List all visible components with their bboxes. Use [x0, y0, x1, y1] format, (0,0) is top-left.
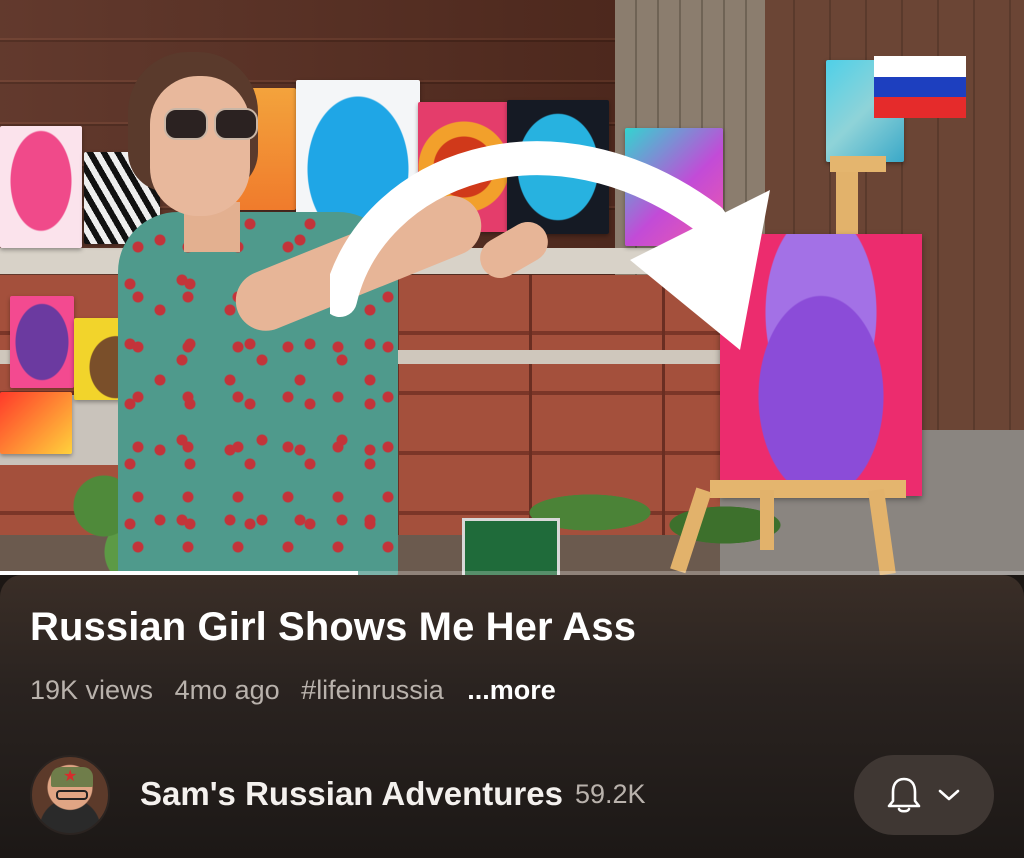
painting: [0, 126, 82, 248]
easel-top: [830, 156, 886, 172]
channel-row: ★ Sam's Russian Adventures 59.2K: [30, 753, 994, 837]
view-count: 19K views: [30, 675, 154, 705]
upload-age: 4mo ago: [174, 675, 280, 705]
channel-name[interactable]: Sam's Russian Adventures: [140, 775, 563, 813]
subscribed-notifications-button[interactable]: [854, 755, 994, 835]
subscriber-count: 59.2K: [575, 779, 646, 809]
flag-stripe: [874, 56, 966, 77]
easel-leg: [836, 160, 858, 244]
video-metadata[interactable]: 19K views 4mo ago #lifeinrussia ...more: [30, 675, 570, 706]
sunglasses: [164, 108, 260, 140]
folding-chair: [462, 518, 560, 575]
flag-stripe: [874, 76, 966, 98]
easel-leg: [760, 490, 774, 550]
video-title[interactable]: Russian Girl Shows Me Her Ass: [30, 605, 990, 650]
curved-arrow-icon: [330, 141, 770, 350]
face: [150, 76, 250, 216]
channel-avatar[interactable]: ★: [30, 755, 110, 835]
glasses: [56, 790, 88, 800]
star-icon: ★: [63, 768, 78, 785]
russia-flag-icon: [874, 56, 966, 118]
chevron-down-icon: [938, 789, 960, 801]
more-button[interactable]: ...more: [467, 675, 556, 705]
painting: [0, 392, 72, 454]
hashtag-link[interactable]: #lifeinrussia: [301, 675, 444, 705]
video-info-panel: Russian Girl Shows Me Her Ass 19K views …: [0, 575, 1024, 858]
painting: [10, 296, 74, 388]
video-player[interactable]: [0, 0, 1024, 575]
bell-icon: [887, 777, 921, 813]
flag-stripe: [874, 97, 966, 118]
